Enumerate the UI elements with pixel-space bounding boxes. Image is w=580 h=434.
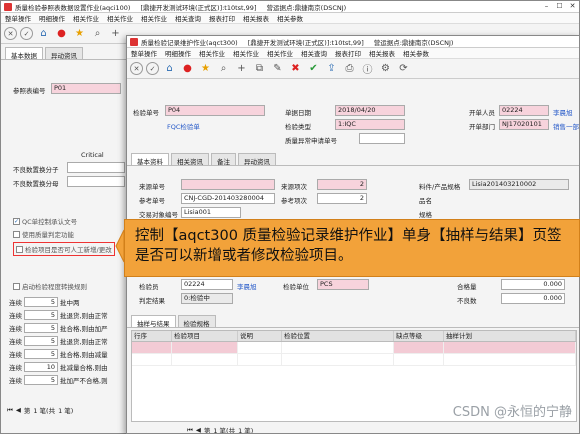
watermark: CSDN @永恒的宁静 (452, 405, 572, 420)
callout-box: 控制【aqct300 质量检验记录维护作业】单身【抽样与结果】页签是否可以新增或… (124, 219, 580, 277)
callout-text: 控制【aqct300 质量检验记录维护作业】单身【抽样与结果】页签是否可以新增或… (135, 228, 562, 264)
pointer-arrow (115, 229, 125, 263)
